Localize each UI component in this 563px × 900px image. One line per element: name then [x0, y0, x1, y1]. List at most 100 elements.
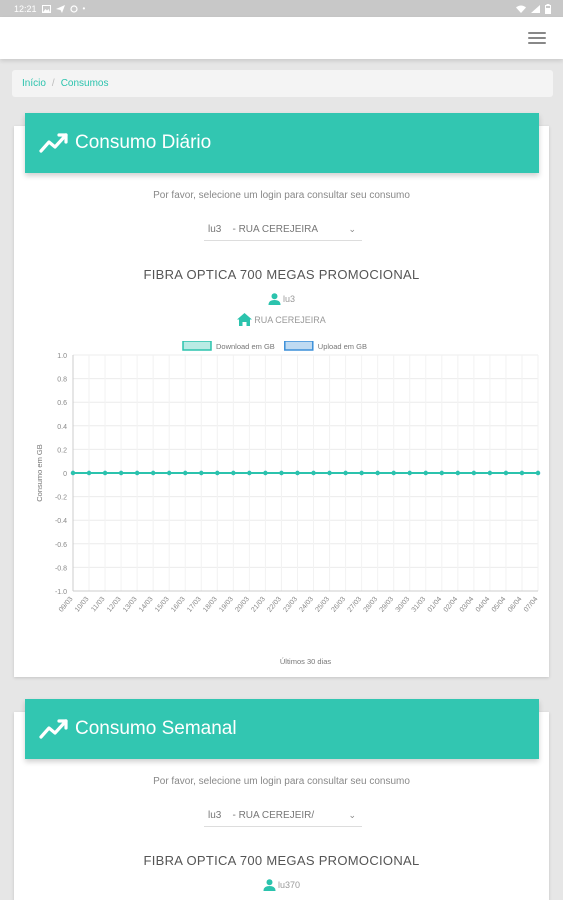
x-tick-label-15: 24/03	[298, 596, 315, 614]
data-point-0-8	[199, 470, 204, 476]
daily-consumption-chart: Download em GB Upload em GB 1.0 0.8 0.6 0.4 0.…	[28, 340, 548, 671]
chevron-down-icon: ⌄	[348, 810, 356, 820]
daily-card-title: Consumo Diário	[75, 132, 212, 153]
data-point-0-14	[295, 470, 300, 476]
data-point-0-24	[455, 470, 461, 476]
breadcrumb-home-link[interactable]: Início	[22, 78, 46, 89]
data-point-0-4	[134, 470, 140, 476]
x-tick-label-27: 05/04	[491, 596, 508, 614]
weekly-plan-title: FIBRA OPTICA 700 MEGAS PROMOCIONAL	[143, 853, 420, 868]
y-tick-label-6: -0.2	[55, 495, 67, 502]
x-tick-label-24: 02/04	[443, 596, 460, 614]
daily-login-select[interactable]: lu3 - RUA CEREJEIRA ⌄	[204, 219, 362, 241]
x-tick-label-16: 25/03	[314, 596, 331, 614]
y-tick-label-9: -0.8	[55, 565, 67, 572]
x-tick-label-25: 03/04	[459, 596, 476, 614]
daily-card-header: Consumo Diário	[25, 113, 539, 173]
breadcrumb: Início / Consumos	[12, 70, 553, 97]
data-point-0-0	[70, 470, 76, 476]
legend-swatch-1	[284, 340, 314, 351]
x-tick-label-4: 13/03	[122, 596, 139, 614]
y-tick-label-7: -0.4	[55, 518, 67, 525]
x-tick-label-17: 26/03	[330, 596, 347, 614]
y-tick-label-5: 0	[63, 471, 67, 478]
x-tick-label-21: 30/03	[395, 596, 412, 614]
y-axis-title: Consumo em GB	[35, 444, 44, 502]
data-point-0-18	[359, 470, 364, 476]
data-point-0-22	[423, 470, 428, 476]
weekly-login-select[interactable]: lu3 - RUA CEREJEIR/ ⌄	[204, 805, 362, 827]
x-tick-label-6: 15/03	[154, 596, 171, 614]
x-tick-label-9: 18/03	[202, 596, 219, 614]
legend-label-1: Upload em GB	[318, 342, 367, 351]
x-tick-label-5: 14/03	[138, 596, 155, 614]
daily-address-info: RUA CEREJEIRA	[14, 313, 549, 326]
breadcrumb-current[interactable]: Consumos	[61, 78, 109, 89]
dot-notification-icon: •	[82, 4, 86, 13]
x-tick-label-0: 09/03	[58, 596, 75, 614]
x-tick-label-13: 22/03	[266, 596, 283, 614]
battery-icon	[545, 3, 551, 14]
data-point-0-12	[263, 470, 268, 476]
daily-instruction: Por favor, selecione um login para consu…	[153, 190, 410, 201]
x-tick-label-14: 23/03	[282, 596, 299, 614]
data-point-0-20	[391, 470, 396, 476]
daily-consumption-card: Consumo Diário Por favor, selecione um l…	[14, 113, 549, 677]
y-tick-label-8: -0.6	[55, 542, 67, 549]
hamburger-menu-icon[interactable]	[528, 32, 546, 44]
y-tick-label-0: 1.0	[57, 353, 67, 360]
app-bar	[0, 17, 563, 59]
legend-swatch-0	[182, 340, 212, 351]
data-point-0-2	[102, 470, 108, 476]
cell-signal-icon	[531, 4, 540, 13]
daily-select-value: lu3 - RUA CEREJEIRA	[208, 224, 319, 235]
weekly-consumption-card: Consumo Semanal Por favor, selecione um …	[14, 699, 549, 900]
home-icon	[237, 313, 253, 326]
data-point-0-7	[183, 470, 188, 476]
data-point-0-29	[535, 470, 541, 476]
y-tick-label-4: 0.2	[57, 447, 67, 454]
trending-up-icon	[39, 719, 68, 739]
x-axis-title: Últimos 30 dias	[280, 657, 332, 666]
data-point-0-21	[407, 470, 412, 476]
data-point-0-17	[343, 470, 348, 476]
weekly-login-text: lu370	[277, 880, 301, 890]
send-notification-icon	[55, 4, 65, 13]
y-tick-label-10: -1.0	[55, 589, 67, 596]
x-tick-label-2: 11/03	[90, 596, 106, 614]
line-chart: Download em GB Upload em GB 1.0 0.8 0.6 0.4 0.…	[35, 340, 541, 666]
data-point-0-26	[487, 470, 493, 476]
data-point-0-25	[471, 470, 477, 476]
status-bar: 12:21 •	[0, 0, 563, 17]
x-tick-label-26: 04/04	[475, 596, 492, 614]
x-tick-label-12: 21/03	[250, 596, 267, 614]
x-tick-label-11: 20/03	[234, 596, 251, 614]
data-point-0-3	[118, 470, 124, 476]
y-tick-label-3: 0.4	[57, 424, 67, 431]
user-icon	[263, 879, 276, 891]
weekly-card-header: Consumo Semanal	[25, 699, 539, 759]
x-tick-label-22: 31/03	[411, 596, 428, 614]
x-tick-label-29: 07/04	[523, 596, 540, 614]
x-tick-label-18: 27/03	[347, 596, 364, 614]
data-point-0-16	[327, 470, 332, 476]
data-point-0-5	[150, 470, 156, 476]
y-tick-label-1: 0.8	[57, 377, 67, 384]
sync-notification-icon	[69, 4, 78, 13]
x-tick-label-19: 28/03	[363, 596, 380, 614]
data-point-0-10	[231, 470, 236, 476]
data-point-0-28	[519, 470, 525, 476]
weekly-instruction: Por favor, selecione um login para consu…	[153, 776, 410, 787]
x-tick-label-7: 16/03	[170, 596, 187, 614]
x-tick-label-23: 01/04	[427, 596, 444, 614]
data-point-0-23	[439, 470, 444, 476]
data-point-0-13	[279, 470, 284, 476]
daily-login-info: lu3	[14, 293, 549, 305]
x-tick-label-20: 29/03	[379, 596, 396, 614]
data-point-0-6	[167, 470, 172, 476]
x-tick-label-8: 17/03	[186, 596, 203, 614]
image-notification-icon	[41, 4, 51, 13]
daily-address-text: RUA CEREJEIRA	[254, 314, 326, 325]
data-point-0-9	[215, 470, 220, 476]
chevron-down-icon: ⌄	[348, 224, 356, 234]
